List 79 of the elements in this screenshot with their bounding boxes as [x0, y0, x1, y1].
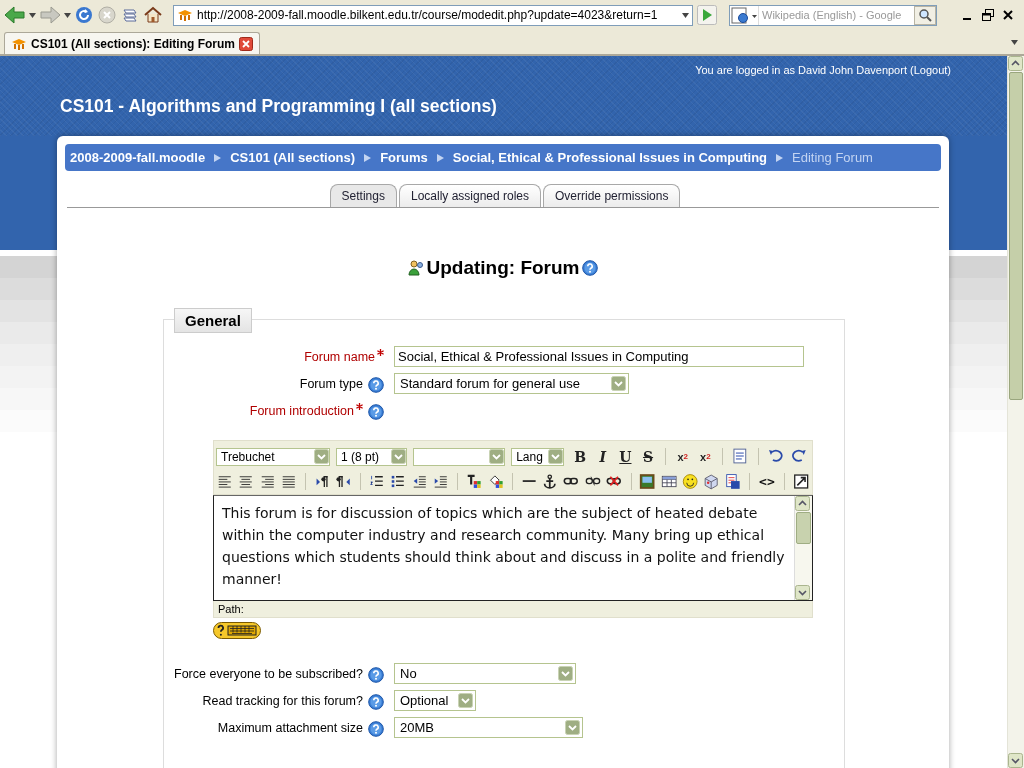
breadcrumb-separator-icon — [364, 153, 372, 162]
scroll-up-icon[interactable] — [795, 496, 810, 511]
dropdown-caret-icon[interactable] — [682, 12, 689, 18]
breadcrumb-link[interactable]: CS101 (All sections) — [230, 150, 356, 165]
person-icon — [408, 260, 425, 276]
dropdown[interactable]: 20MB — [394, 717, 583, 738]
caret-icon[interactable] — [29, 12, 36, 18]
help-icon[interactable] — [368, 693, 384, 710]
breadcrumb-current: Editing Forum — [792, 150, 873, 165]
address-field[interactable]: http://2008-2009-fall.moodle.bilkent.edu.tr/course/modedit.php?update=4023&return=1 — [173, 4, 693, 26]
dropdown[interactable]: Optional — [394, 690, 477, 711]
globe-page-icon[interactable] — [730, 5, 758, 25]
field-label: Forum name — [304, 350, 375, 364]
scroll-down-icon[interactable] — [1008, 753, 1023, 768]
field-label: Maximum attachment size — [217, 721, 363, 735]
tab[interactable]: Override permissions — [543, 184, 681, 207]
help-icon[interactable] — [368, 376, 384, 393]
toolbar-dropdown[interactable]: 1 (8 pt) — [336, 447, 407, 466]
fullscreen-icon[interactable] — [792, 472, 809, 491]
path-label: Path: — [213, 601, 813, 618]
fill-color-icon[interactable] — [487, 472, 504, 491]
field-label: Forum type — [299, 377, 363, 391]
strikethrough-button[interactable]: S — [638, 446, 658, 467]
anchor-icon[interactable] — [542, 472, 559, 491]
cube-icon[interactable] — [703, 472, 720, 491]
login-info: You are logged in as David John Davenport (Logout) — [695, 64, 951, 76]
forum-name-field[interactable]: Social, Ethical & Professional Issues in Computing — [394, 346, 804, 367]
scroll-down-icon[interactable] — [795, 585, 810, 600]
help-icon[interactable] — [368, 720, 384, 737]
html-source-button[interactable]: <> — [757, 471, 777, 492]
page-scrollbar[interactable] — [1007, 56, 1024, 768]
italic-button[interactable]: I — [592, 446, 613, 467]
user-link[interactable]: David John Davenport — [798, 64, 907, 76]
text-color-icon[interactable] — [466, 472, 483, 491]
tab[interactable]: Settings — [329, 184, 397, 207]
logout-link[interactable]: (Logout) — [910, 64, 951, 76]
page-title: Updating: Forum — [426, 257, 580, 279]
document-replace-icon[interactable] — [724, 472, 742, 491]
field-label: Forum introduction — [249, 404, 354, 418]
go-icon[interactable] — [697, 5, 717, 25]
help-icon[interactable] — [368, 666, 384, 683]
editor-text: This forum is for discussion of topics which are the subject of heated debate within the computer industry and research community. Many bring up ethical questions which students should think about and discuss in a polite and friendly manner! — [221, 504, 786, 589]
breadcrumb-separator-icon — [214, 153, 222, 162]
breadcrumb-link[interactable]: Forums — [380, 150, 428, 165]
home-icon[interactable] — [143, 5, 163, 25]
course-title: CS101 - Algorithms and Programming I (all sections) — [60, 96, 497, 117]
breadcrumb-separator-icon — [436, 153, 444, 162]
image-icon[interactable] — [639, 472, 656, 491]
caret-icon[interactable] — [64, 12, 71, 18]
browser-tab[interactable]: CS101 (All sections): Editing Forum — [4, 32, 261, 54]
dropdown[interactable]: No — [394, 663, 576, 684]
bold-button[interactable]: B — [570, 446, 590, 467]
toolbar-dropdown[interactable]: Lang — [511, 447, 565, 466]
help-icon[interactable] — [581, 260, 598, 276]
editor-text-area[interactable] — [213, 495, 813, 601]
restore-icon[interactable] — [982, 9, 994, 21]
tab-close-icon[interactable] — [239, 36, 254, 51]
fieldset-legend: General — [174, 308, 252, 333]
required-asterisk-icon — [377, 349, 384, 356]
close-icon[interactable] — [1002, 9, 1014, 21]
underline-button[interactable]: U — [615, 446, 636, 467]
breadcrumb-link[interactable]: 2008-2009-fall.moodle — [70, 150, 206, 165]
reload-icon[interactable] — [74, 5, 94, 25]
dropdown[interactable]: Standard forum for general use — [394, 373, 629, 394]
smiley-icon[interactable] — [682, 472, 699, 491]
scroll-up-icon[interactable] — [1008, 56, 1023, 71]
help-icon[interactable] — [368, 403, 384, 420]
breadcrumb-separator-icon — [776, 153, 784, 162]
toolbar-dropdown[interactable]: Trebuchet — [216, 447, 330, 466]
tab[interactable]: Locally assigned roles — [398, 184, 542, 207]
back-arrow-icon[interactable] — [4, 5, 26, 25]
keyboard-help-icon[interactable] — [213, 622, 261, 639]
breadcrumb-link[interactable]: Social, Ethical & Professional Issues in Computing — [452, 150, 768, 165]
field-label: Force everyone to be subscribed? — [174, 667, 363, 681]
field-label: Read tracking for this forum? — [202, 694, 363, 708]
scrollbar[interactable] — [794, 496, 812, 600]
required-asterisk-icon — [356, 403, 363, 410]
search-icon[interactable] — [914, 5, 936, 25]
tab-list-icon[interactable] — [1011, 40, 1018, 45]
